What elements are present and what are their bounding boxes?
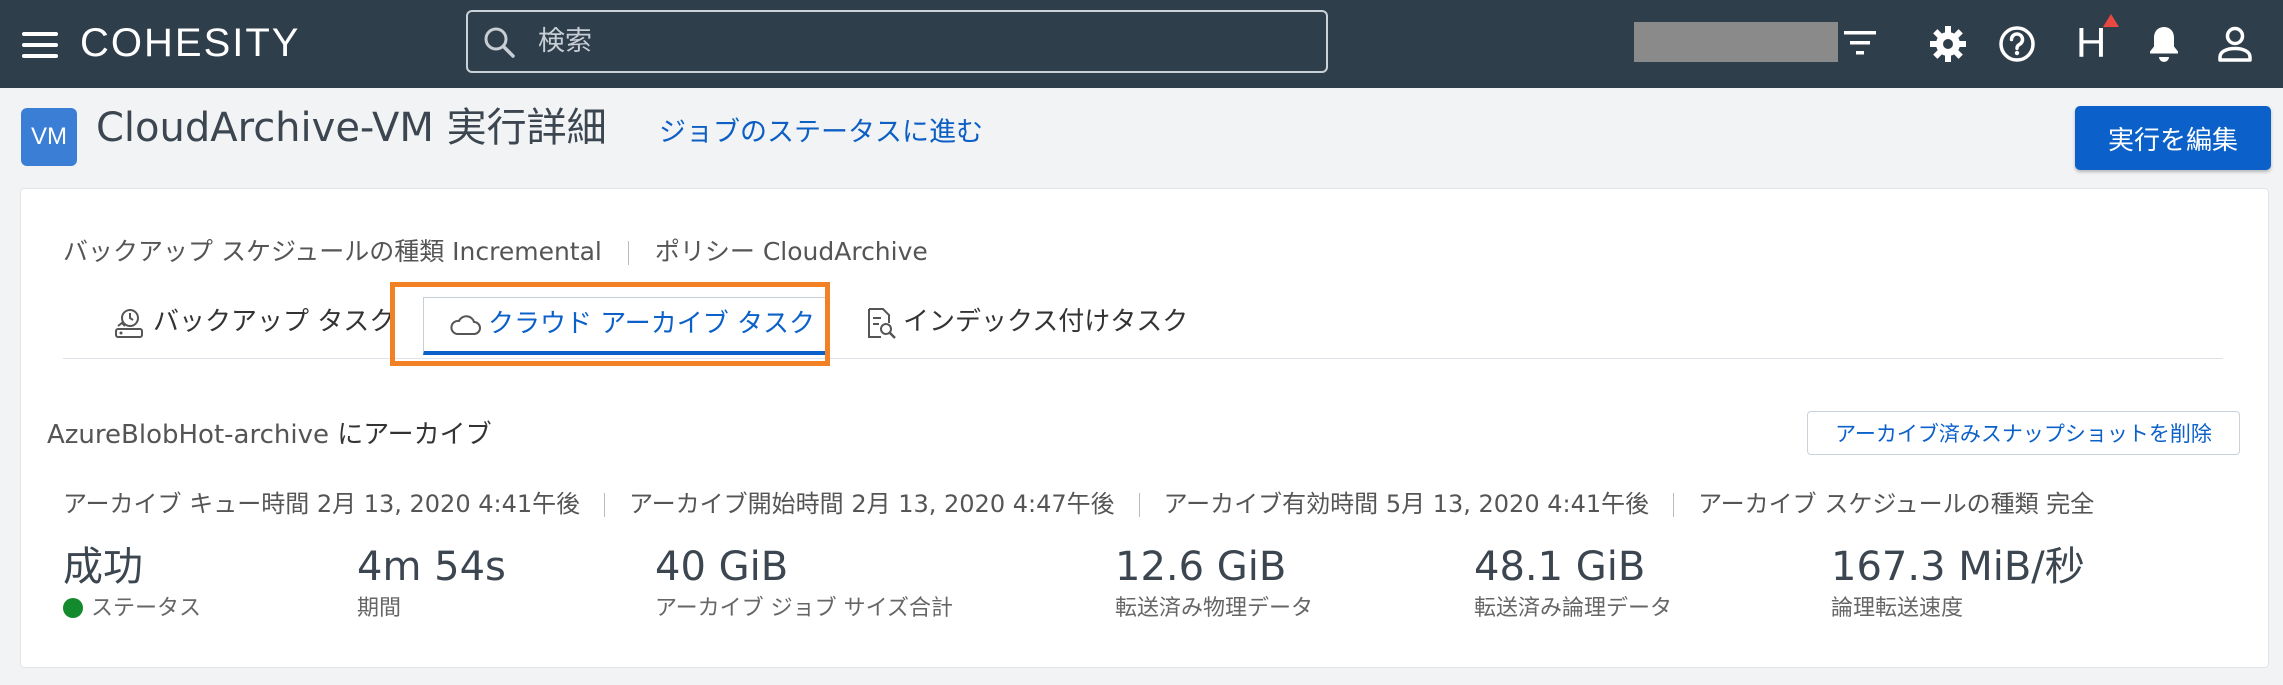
stat-physical-transferred-value: 12.6 GiB (1115, 544, 1287, 590)
divider (1673, 493, 1675, 517)
stat-status-label: ステータス (91, 596, 202, 621)
stat-status-value: 成功 (63, 544, 143, 590)
job-status-link[interactable]: ジョブのステータスに進む (659, 114, 983, 152)
archive-start-time: アーカイブ開始時間 2月 13, 2020 4:47午後 (629, 490, 1115, 518)
divider (627, 241, 629, 265)
stat-duration-value: 4m 54s (357, 544, 506, 590)
stat-physical-transferred-label: 転送済み物理データ (1115, 596, 1314, 621)
tab-backup-task[interactable]: バックアップ タスク (113, 293, 395, 359)
archive-times-row: アーカイブ キュー時間 2月 13, 2020 4:41午後 アーカイブ開始時間 … (63, 487, 2094, 521)
delete-archived-snapshot-button[interactable]: アーカイブ済みスナップショットを削除 (1807, 411, 2240, 455)
stat-logical-transferred: 48.1 GiB 転送済み論理データ (1474, 541, 1672, 623)
tab-backup-task-label: バックアップ タスク (153, 307, 396, 337)
stat-status: 成功 ステータス (63, 541, 201, 623)
help-icon[interactable] (1997, 24, 2037, 64)
edit-run-button[interactable]: 実行を編集 (2075, 106, 2271, 170)
gear-icon[interactable] (1928, 24, 1968, 64)
hamburger-menu-icon[interactable] (22, 32, 58, 58)
tab-indexing-task[interactable]: インデックス付けタスク (865, 293, 1188, 359)
stat-physical-transferred: 12.6 GiB 転送済み物理データ (1115, 541, 1313, 623)
redacted-cluster-name[interactable] (1634, 22, 1838, 62)
archive-target-heading: AzureBlobHot-archive にアーカイブ (47, 417, 492, 453)
filter-icon[interactable] (1842, 28, 1878, 58)
archive-expiry-time: アーカイブ有効時間 5月 13, 2020 4:41午後 (1163, 490, 1650, 518)
backup-schedule-type: バックアップ スケジュールの種類 Incremental (63, 237, 602, 266)
vm-badge-icon: VM (21, 108, 77, 166)
stat-duration-label: 期間 (357, 596, 402, 621)
divider (604, 493, 606, 517)
task-tabs: バックアップ タスク クラウド アーカイブ タスク インデックス付けタスク (63, 293, 2223, 359)
stat-transfer-rate: 167.3 MiB/秒 論理転送速度 (1831, 541, 2085, 623)
index-search-icon (868, 307, 896, 339)
divider (1138, 493, 1140, 517)
archive-schedule-type: アーカイブ スケジュールの種類 完全 (1698, 490, 2095, 518)
backup-restore-icon (115, 308, 143, 338)
policy-name: ポリシー CloudArchive (654, 237, 928, 266)
stat-transfer-rate-label: 論理転送速度 (1831, 596, 1964, 621)
search-icon (484, 27, 515, 58)
stat-logical-transferred-label: 転送済み論理データ (1474, 596, 1673, 621)
bell-icon[interactable] (2146, 24, 2182, 64)
stat-archive-size-label: アーカイブ ジョブ サイズ合計 (655, 596, 954, 621)
stat-transfer-rate-value: 167.3 MiB/秒 (1831, 544, 2085, 590)
alert-triangle-icon (2103, 14, 2119, 27)
stat-archive-size: 40 GiB アーカイブ ジョブ サイズ合計 (655, 541, 953, 623)
stat-logical-transferred-value: 48.1 GiB (1474, 544, 1646, 590)
run-details-card: バックアップ スケジュールの種類 Incremental ポリシー CloudAr… (20, 188, 2269, 668)
top-navbar: COHESITY H (0, 0, 2283, 88)
archive-target-name: AzureBlobHot-archive (47, 420, 329, 450)
stat-archive-size-value: 40 GiB (655, 544, 789, 590)
tab-indexing-task-label: インデックス付けタスク (903, 307, 1189, 337)
tab-highlight-annotation (390, 282, 830, 366)
search-box[interactable] (466, 10, 1328, 73)
cohesity-logo[interactable]: COHESITY (80, 18, 300, 68)
archive-target-suffix: にアーカイブ (328, 420, 492, 450)
success-status-dot-icon (63, 598, 83, 618)
run-meta-row: バックアップ スケジュールの種類 Incremental ポリシー CloudAr… (63, 233, 928, 271)
page-title: CloudArchive-VM 実行詳細 (96, 105, 607, 151)
user-account-icon[interactable] (2216, 24, 2254, 64)
stat-duration: 4m 54s 期間 (357, 541, 506, 623)
search-input[interactable] (538, 12, 1308, 71)
archive-queue-time: アーカイブ キュー時間 2月 13, 2020 4:41午後 (63, 490, 581, 518)
